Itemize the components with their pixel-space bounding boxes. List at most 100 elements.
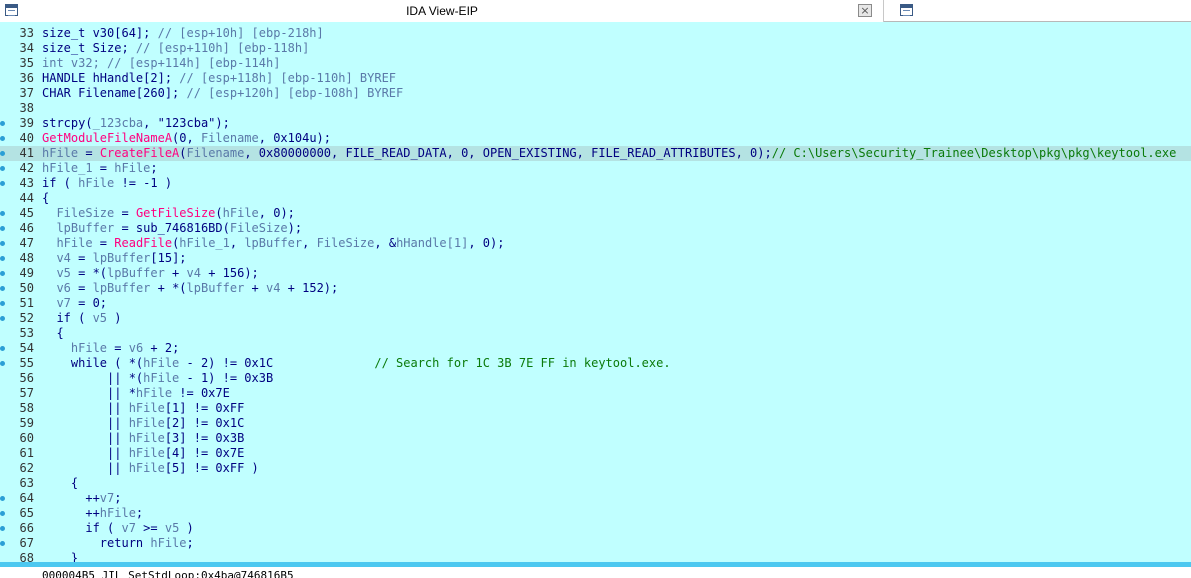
code-token: hFile [42,341,108,355]
code-text[interactable]: || *(hFile - 1) != 0x3B [42,371,273,386]
code-token: [2] != 0x1C [164,416,245,430]
code-token: hFile [222,206,259,220]
tab-bar: IDA View-EIP × [0,0,1191,22]
line-number: 60 [19,431,34,445]
line-number: 36 [19,71,34,85]
code-text[interactable]: if ( v5 ) [42,311,121,326]
code-line[interactable]: 35 int v32; // [esp+114h] [ebp-114h] [0,56,1191,71]
code-text[interactable]: while ( *(hFile - 2) != 0x1C // Search f… [42,356,671,371]
code-text[interactable]: || hFile[1] != 0xFF [42,401,244,416]
code-text[interactable]: hFile_1 = hFile; [42,161,158,176]
code-text[interactable]: || hFile[3] != 0x3B [42,431,244,446]
code-line[interactable]: 58 || hFile[1] != 0xFF [0,401,1191,416]
code-line[interactable]: 64 ++v7; [0,491,1191,506]
code-text[interactable]: { [42,191,49,206]
code-text[interactable]: || hFile[4] != 0x7E [42,446,244,461]
code-line[interactable]: 41 hFile = CreateFileA(Filename, 0x800000… [0,146,1191,161]
code-text[interactable]: ++hFile; [42,506,143,521]
code-line[interactable]: 55 while ( *(hFile - 2) != 0x1C // Searc… [0,356,1191,371]
code-token: strcpy( [42,116,93,130]
code-text[interactable]: FileSize = GetFileSize(hFile, 0); [42,206,294,221]
code-line[interactable]: 63 { [0,476,1191,491]
code-text[interactable]: v7 = 0; [42,296,107,311]
code-line[interactable]: 52 if ( v5 ) [0,311,1191,326]
code-token: != -1 ) [114,176,173,190]
code-text[interactable]: CHAR Filename[260]; // [esp+120h] [ebp-1… [42,86,403,101]
code-line[interactable]: 59 || hFile[2] != 0x1C [0,416,1191,431]
code-token: [4] != 0x7E [164,446,245,460]
code-text[interactable]: int v32; // [esp+114h] [ebp-114h] [42,56,280,71]
code-text[interactable]: if ( hFile != -1 ) [42,176,172,191]
code-token: { [42,191,50,205]
code-token: v6 [42,281,71,295]
code-text[interactable]: v6 = lpBuffer + *(lpBuffer + v4 + 152); [42,281,338,296]
code-line[interactable]: 43 if ( hFile != -1 ) [0,176,1191,191]
code-text[interactable]: || *hFile != 0x7E [42,386,230,401]
code-text[interactable]: if ( v7 >= v5 ) [42,521,194,536]
code-line[interactable]: 48 v4 = lpBuffer[15]; [0,251,1191,266]
close-icon[interactable]: × [858,4,872,17]
code-line[interactable]: 36 HANDLE hHandle[2]; // [esp+118h] [ebp-… [0,71,1191,86]
code-token: lpBuffer [107,266,165,280]
code-text[interactable]: { [42,326,63,341]
code-line[interactable]: 53 { [0,326,1191,341]
code-text[interactable]: v5 = *(lpBuffer + v4 + 156); [42,266,258,281]
code-token: ) [179,521,194,535]
code-token: v5 [42,266,71,280]
code-token: = sub_746816BD( [114,221,230,235]
code-line[interactable]: 34 size_t Size; // [esp+110h] [ebp-118h] [0,41,1191,56]
code-text[interactable]: || hFile[5] != 0xFF ) [42,461,259,476]
code-token: lpBuffer [42,221,115,235]
code-text[interactable]: GetModuleFileNameA(0, Filename, 0x104u); [42,131,331,146]
code-line[interactable]: 37 CHAR Filename[260]; // [esp+120h] [ebp… [0,86,1191,101]
tab-ida-view-eip[interactable]: IDA View-EIP × [0,0,884,22]
code-text[interactable]: lpBuffer = sub_746816BD(FileSize); [42,221,302,236]
code-text[interactable]: strcpy(_123cba, "123cba"); [42,116,230,131]
code-text[interactable]: v4 = lpBuffer[15]; [42,251,186,266]
line-number: 62 [19,461,34,475]
code-line[interactable]: 39 strcpy(_123cba, "123cba"); [0,116,1191,131]
code-line[interactable]: 45 FileSize = GetFileSize(hFile, 0); [0,206,1191,221]
pseudocode-view[interactable]: 33 size_t v30[64]; // [esp+10h] [ebp-218h… [0,22,1191,565]
code-token: CreateFileA [99,146,180,160]
window-icon[interactable] [900,4,913,16]
code-text[interactable]: size_t v30[64]; // [esp+10h] [ebp-218h] [42,26,324,41]
code-line[interactable]: 47 hFile = ReadFile(hFile_1, lpBuffer, F… [0,236,1191,251]
code-line[interactable]: 62 || hFile[5] != 0xFF ) [0,461,1191,476]
code-line[interactable]: 54 hFile = v6 + 2; [0,341,1191,356]
code-text[interactable]: hFile = CreateFileA(Filename, 0x80000000… [42,146,1176,161]
code-token: || * [42,386,136,400]
code-text[interactable]: || hFile[2] != 0x1C [42,416,244,431]
code-token: FileSize [229,221,288,235]
code-line[interactable]: 60 || hFile[3] != 0x3B [0,431,1191,446]
code-line[interactable]: 56 || *(hFile - 1) != 0x3B [0,371,1191,386]
code-line[interactable]: 38 [0,101,1191,116]
code-line[interactable]: 51 v7 = 0; [0,296,1191,311]
code-token: ; [150,161,158,175]
code-line[interactable]: 65 ++hFile; [0,506,1191,521]
code-line[interactable]: 40 GetModuleFileNameA(0, Filename, 0x104u… [0,131,1191,146]
code-text[interactable]: hFile = v6 + 2; [42,341,179,356]
code-token: FileSize [42,206,115,220]
code-line[interactable]: 33 size_t v30[64]; // [esp+10h] [ebp-218h… [0,26,1191,41]
code-line[interactable]: 66 if ( v7 >= v5 ) [0,521,1191,536]
code-token: + [164,266,187,280]
code-line[interactable]: 49 v5 = *(lpBuffer + v4 + 156); [0,266,1191,281]
code-token: CHAR Filename[260]; [42,86,187,100]
code-token: + 2; [143,341,180,355]
code-line[interactable]: 42 hFile_1 = hFile; [0,161,1191,176]
code-token: // [esp+10h] [ebp-218h] [157,26,324,40]
code-line[interactable]: 46 lpBuffer = sub_746816BD(FileSize); [0,221,1191,236]
code-line[interactable]: 50 v6 = lpBuffer + *(lpBuffer + v4 + 152… [0,281,1191,296]
code-token: || *( [42,371,144,385]
code-text[interactable]: HANDLE hHandle[2]; // [esp+118h] [ebp-11… [42,71,396,86]
code-line[interactable]: 57 || *hFile != 0x7E [0,386,1191,401]
code-text[interactable]: hFile = ReadFile(hFile_1, lpBuffer, File… [42,236,504,251]
code-text[interactable]: { [42,476,78,491]
code-text[interactable]: size_t Size; // [esp+110h] [ebp-118h] [42,41,309,56]
code-line[interactable]: 67 return hFile; [0,536,1191,551]
code-line[interactable]: 61 || hFile[4] != 0x7E [0,446,1191,461]
code-text[interactable]: return hFile; [42,536,194,551]
code-line[interactable]: 44 { [0,191,1191,206]
code-text[interactable]: ++v7; [42,491,121,506]
